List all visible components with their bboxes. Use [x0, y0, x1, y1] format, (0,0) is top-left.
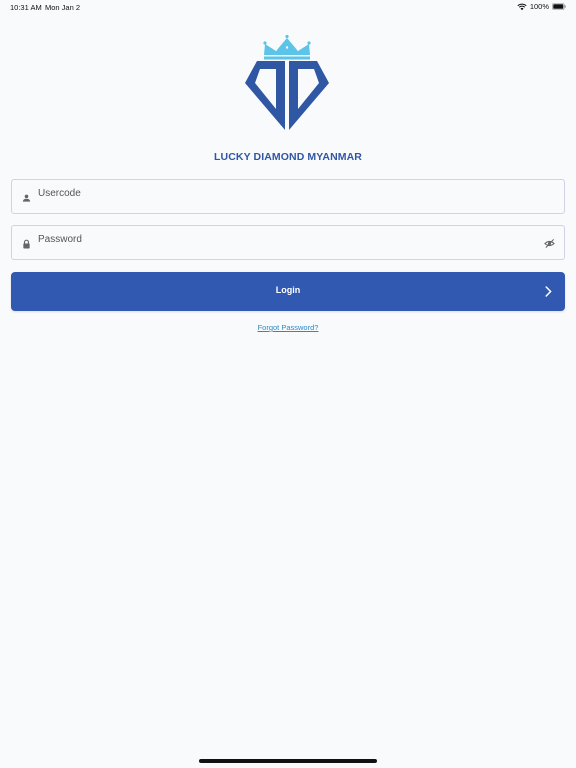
- forgot-password-link[interactable]: Forgot Password?: [0, 323, 576, 332]
- diamond-crown-logo: [245, 34, 329, 130]
- password-input[interactable]: [38, 226, 538, 259]
- eye-off-icon[interactable]: [544, 238, 555, 249]
- home-indicator: [199, 759, 377, 763]
- battery-percent: 100%: [529, 2, 549, 11]
- password-field[interactable]: [11, 225, 565, 260]
- crown-icon: [263, 34, 311, 60]
- brand-name: LUCKY DIAMOND MYANMAR: [214, 151, 362, 163]
- status-bar: 10:31 AM Mon Jan 2 100%: [0, 0, 576, 14]
- status-indicators: 100%: [517, 2, 566, 11]
- login-button[interactable]: Login: [11, 272, 565, 311]
- diamond-icon: [245, 61, 329, 130]
- chevron-right-icon: [545, 286, 552, 297]
- status-time: 10:31 AM: [10, 3, 42, 12]
- usercode-input[interactable]: [38, 180, 538, 213]
- login-label: Login: [275, 285, 301, 295]
- usercode-field[interactable]: [11, 179, 565, 214]
- login-screen: 10:31 AM Mon Jan 2 100% LUCKY DIAMOND MY…: [0, 0, 576, 768]
- lock-icon: [23, 239, 30, 249]
- status-date: Mon Jan 2: [45, 3, 81, 12]
- battery-icon: [552, 3, 566, 10]
- wifi-icon: [517, 3, 527, 10]
- user-icon: [22, 194, 31, 202]
